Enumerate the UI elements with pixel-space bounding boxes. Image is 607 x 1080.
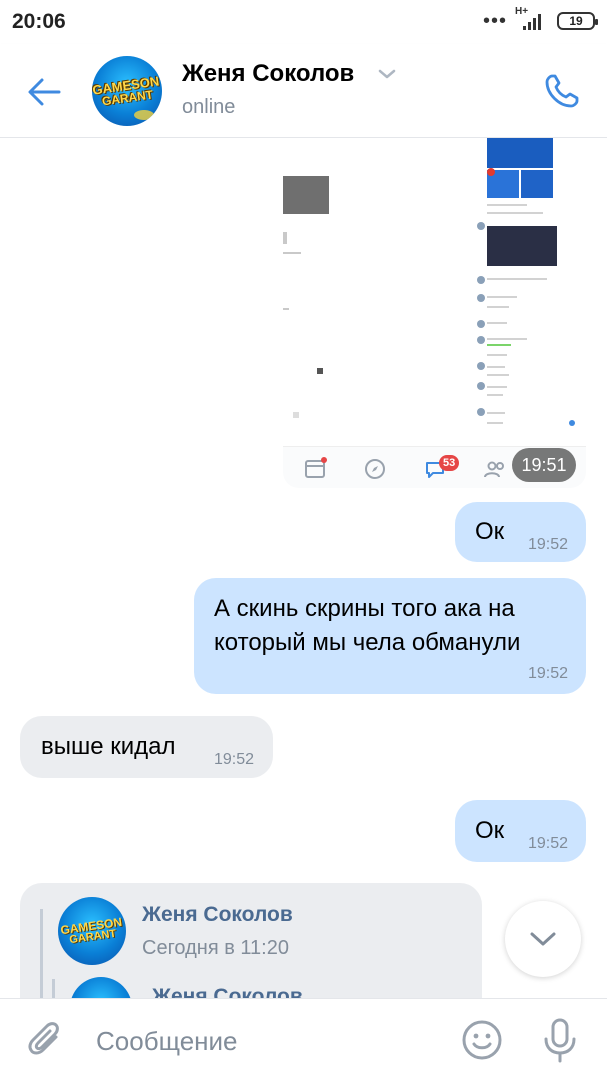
message-time: 19:51 [512,448,576,482]
avatar[interactable]: GAMESON GARANT [92,56,162,126]
status-bar: 20:06 ••• H+ 19 [0,0,607,44]
status-time: 20:06 [12,10,66,33]
message-image[interactable]: 53 [283,138,586,488]
message-text: Ок [475,518,505,545]
outgoing-message[interactable]: Ок 19:52 [455,800,586,862]
contact-status: online [182,96,236,118]
message-time: 19:52 [527,835,568,852]
news-icon [305,457,327,478]
image-message[interactable]: 53 19:51 [283,138,586,488]
avatar-logo: GAMESON GARANT [92,72,161,108]
forward-author-name[interactable]: Женя Соколов [142,903,293,927]
forwarded-message[interactable]: GAMESON GARANT Женя Соколов Сегодня в 11… [20,883,482,998]
message-text: Ок [475,817,505,844]
forward-author-avatar[interactable]: GAMESON GARANT [58,897,126,965]
call-button[interactable] [539,68,585,114]
nested-author-avatar[interactable] [70,977,132,998]
nested-quote-bar [52,979,55,998]
chevron-down-icon[interactable] [378,68,396,80]
friends-icon [484,461,504,478]
message-input[interactable] [96,1021,436,1061]
unread-badge: 53 [439,455,460,471]
scroll-down-button[interactable] [505,901,581,977]
message-composer [0,998,607,1080]
outgoing-message[interactable]: Ок 19:52 [455,502,586,562]
battery-icon: 19 [557,12,598,30]
forward-quote-bar [40,909,43,998]
message-text: А скинь скрины того ака на который мы че… [214,595,521,656]
outgoing-message[interactable]: А скинь скрины того ака на который мы че… [194,578,586,694]
back-button[interactable] [22,70,66,114]
message-list[interactable]: 53 19:51 Ок 19:52 А скинь скрины того ак… [0,138,607,998]
battery-level: 19 [569,14,583,28]
microphone-icon[interactable] [540,1017,580,1063]
message-time: 19:52 [527,536,568,553]
chat-header: GAMESON GARANT Женя Соколов online [0,44,607,138]
chevron-down-icon [530,932,556,946]
message-time: 19:52 [527,665,568,682]
contact-name[interactable]: Женя Соколов [182,60,354,88]
notification-dots-icon: ••• [482,10,507,32]
forward-date: Сегодня в 11:20 [142,937,289,959]
arrow-left-icon [28,78,61,106]
screenshot-right-fragment [473,138,583,438]
message-text: выше кидал [41,733,176,760]
nested-author-name[interactable]: Женя Соколов [152,985,303,998]
message-time: 19:52 [213,751,254,768]
phone-icon [545,74,579,108]
incoming-message[interactable]: выше кидал 19:52 [20,716,273,778]
smile-icon[interactable] [461,1019,503,1061]
discover-icon [365,459,385,479]
paperclip-icon[interactable] [26,1019,66,1059]
screenshot-left-fragment [283,176,333,426]
signal-icon: H+ [515,6,549,32]
status-indicators: ••• H+ 19 [482,6,598,32]
